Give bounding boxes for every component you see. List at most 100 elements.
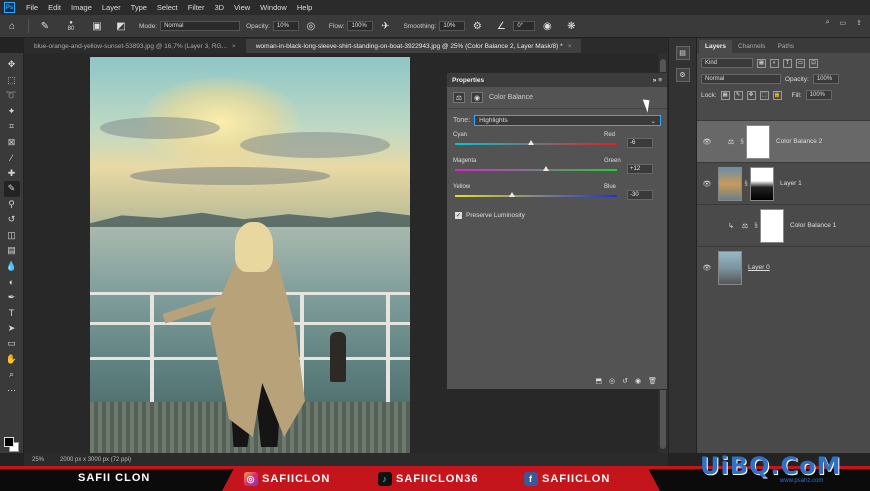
more-tools-icon[interactable]: ⋯ bbox=[4, 383, 20, 399]
menu-help[interactable]: Help bbox=[292, 3, 317, 12]
properties-header[interactable]: Properties » ≡ bbox=[447, 73, 667, 87]
menu-filter[interactable]: Filter bbox=[183, 3, 210, 12]
tab-channels[interactable]: Channels bbox=[732, 40, 771, 53]
slider-thumb[interactable] bbox=[508, 192, 515, 197]
filter-adjustment-icon[interactable]: ◐ bbox=[770, 58, 779, 68]
layer-mask-thumbnail[interactable] bbox=[746, 124, 770, 159]
eye-icon[interactable]: 👁 bbox=[700, 138, 714, 146]
filter-smart-icon[interactable]: ⊡ bbox=[809, 58, 818, 68]
layer-row-color-balance-2[interactable]: 👁 ⚖ § Color Balance 2 bbox=[697, 120, 870, 162]
filter-pixel-icon[interactable]: ▦ bbox=[757, 58, 766, 68]
layer-mask-icon[interactable]: ◉ bbox=[471, 92, 483, 103]
zoom-level[interactable]: 25% bbox=[32, 457, 44, 463]
adjustments-panel-icon[interactable]: ⚙ bbox=[675, 68, 690, 82]
close-icon[interactable]: × bbox=[568, 43, 572, 50]
layer-mask-thumbnail[interactable] bbox=[750, 166, 774, 201]
angle-field[interactable]: 0° bbox=[513, 21, 536, 31]
tab-woman-document[interactable]: woman-in-black-long-sleeve-shirt-standin… bbox=[245, 39, 582, 53]
move-tool-icon[interactable]: ✥ bbox=[4, 57, 20, 73]
path-selection-tool-icon[interactable]: ➤ bbox=[4, 321, 20, 337]
link-icon[interactable]: § bbox=[738, 139, 746, 145]
pressure-opacity-icon[interactable]: ◎ bbox=[304, 19, 318, 33]
lock-pixels-icon[interactable]: ✎ bbox=[733, 90, 743, 100]
clip-to-layer-icon[interactable]: ⬒ bbox=[595, 377, 602, 385]
tone-select[interactable]: Highlights ⌄ bbox=[474, 115, 661, 126]
panel-collapse-icon[interactable]: » ≡ bbox=[653, 77, 662, 84]
slider-track[interactable] bbox=[455, 143, 617, 145]
fill-field[interactable]: 100% bbox=[805, 90, 832, 100]
zoom-tool-icon[interactable]: ⌕ bbox=[4, 367, 20, 383]
filter-kind-select[interactable]: Kind bbox=[701, 58, 753, 68]
lock-artboard-icon[interactable]: ⬚ bbox=[759, 90, 769, 100]
reset-icon[interactable]: ↺ bbox=[622, 377, 628, 385]
slider-value-field[interactable]: -30 bbox=[627, 190, 653, 200]
layer-thumbnail[interactable] bbox=[718, 250, 742, 285]
menu-window[interactable]: Window bbox=[255, 3, 292, 12]
home-icon[interactable]: ⌂ bbox=[5, 19, 19, 33]
brush-panel-icon[interactable]: ▣ bbox=[90, 19, 104, 33]
tab-sunset-document[interactable]: blue-orange-and-yellow-sunset-53893.jpg … bbox=[24, 39, 246, 53]
smoothing-gear-icon[interactable]: ⚙ bbox=[470, 19, 484, 33]
view-previous-icon[interactable]: ◎ bbox=[609, 377, 615, 385]
trash-icon[interactable]: 🗑 bbox=[648, 377, 657, 385]
menu-layer[interactable]: Layer bbox=[97, 3, 126, 12]
preserve-luminosity-checkbox[interactable]: ✓ bbox=[455, 212, 462, 219]
crop-tool-icon[interactable]: ⌗ bbox=[4, 119, 20, 135]
menu-edit[interactable]: Edit bbox=[43, 3, 66, 12]
layer-opacity-field[interactable]: 100% bbox=[812, 74, 839, 84]
slider-value-field[interactable]: -6 bbox=[627, 138, 653, 148]
type-tool-icon[interactable]: T bbox=[4, 305, 20, 321]
gradient-tool-icon[interactable]: ▤ bbox=[4, 243, 20, 259]
blur-tool-icon[interactable]: 💧 bbox=[4, 259, 20, 275]
visibility-eye-icon[interactable]: ◉ bbox=[635, 377, 641, 385]
eye-icon[interactable]: 👁 bbox=[700, 180, 714, 188]
menu-3d[interactable]: 3D bbox=[209, 3, 229, 12]
share-icon[interactable]: ⇪ bbox=[856, 19, 862, 27]
link-icon[interactable]: § bbox=[752, 223, 760, 229]
lock-position-icon[interactable]: ✥ bbox=[746, 90, 756, 100]
dodge-tool-icon[interactable]: ◐ bbox=[4, 274, 20, 290]
tab-paths[interactable]: Paths bbox=[771, 40, 800, 53]
brush-settings-icon[interactable]: ◩ bbox=[114, 19, 128, 33]
symmetry-icon[interactable]: ❋ bbox=[564, 19, 578, 33]
lock-transparent-icon[interactable]: ▦ bbox=[720, 90, 730, 100]
menu-image[interactable]: Image bbox=[66, 3, 97, 12]
slider-track[interactable] bbox=[455, 169, 617, 171]
layer-row-layer-1[interactable]: 👁 § Layer 1 bbox=[697, 162, 870, 204]
layer-comps-icon[interactable]: ▤ bbox=[675, 46, 690, 60]
document-info[interactable]: 2000 px x 3000 px (72 ppi) bbox=[60, 457, 131, 463]
smoothing-field[interactable]: 10% bbox=[439, 21, 466, 31]
search-icon[interactable]: ⌕ bbox=[826, 19, 830, 27]
filter-shape-icon[interactable]: ▭ bbox=[796, 58, 805, 68]
pressure-size-icon[interactable]: ◉ bbox=[540, 19, 554, 33]
rectangle-tool-icon[interactable]: ▭ bbox=[4, 336, 20, 352]
layer-thumbnail[interactable] bbox=[718, 166, 742, 201]
brush-tool-icon[interactable]: ✎ bbox=[38, 19, 52, 33]
menu-select[interactable]: Select bbox=[152, 3, 183, 12]
foreground-color-swatch[interactable] bbox=[4, 437, 14, 447]
lasso-tool-icon[interactable]: ➰ bbox=[4, 88, 20, 104]
layer-row-color-balance-1[interactable]: ↳ ⚖ § Color Balance 1 bbox=[697, 204, 870, 246]
quick-select-tool-icon[interactable]: ✦ bbox=[4, 104, 20, 120]
preserve-luminosity-row[interactable]: ✓ Preserve Luminosity bbox=[455, 212, 659, 219]
clone-stamp-tool-icon[interactable]: ⚲ bbox=[4, 197, 20, 213]
frame-tool-icon[interactable]: ⊠ bbox=[4, 135, 20, 151]
opacity-field[interactable]: 10% bbox=[272, 21, 299, 31]
canvas-photo[interactable] bbox=[90, 57, 410, 453]
lock-all-icon[interactable]: 🔒 bbox=[772, 90, 782, 100]
pen-tool-icon[interactable]: ✒ bbox=[4, 290, 20, 306]
eraser-tool-icon[interactable]: ◫ bbox=[4, 228, 20, 244]
slider-thumb[interactable] bbox=[542, 166, 549, 171]
filter-type-icon[interactable]: T bbox=[783, 58, 792, 68]
slider-thumb[interactable] bbox=[528, 140, 535, 145]
link-icon[interactable]: § bbox=[742, 181, 750, 187]
history-brush-tool-icon[interactable]: ↺ bbox=[4, 212, 20, 228]
brush-tool-icon[interactable]: ✎ bbox=[3, 181, 20, 197]
slider-track[interactable] bbox=[455, 195, 617, 197]
eyedropper-tool-icon[interactable]: ⁄ bbox=[4, 150, 20, 166]
workspace-icon[interactable]: ▭ bbox=[840, 19, 847, 27]
layer-row-layer-0[interactable]: 👁 Layer 0 bbox=[697, 246, 870, 288]
tab-layers[interactable]: Layers bbox=[699, 40, 732, 53]
layer-mask-thumbnail[interactable] bbox=[760, 208, 784, 243]
slider-value-field[interactable]: +12 bbox=[627, 164, 653, 174]
